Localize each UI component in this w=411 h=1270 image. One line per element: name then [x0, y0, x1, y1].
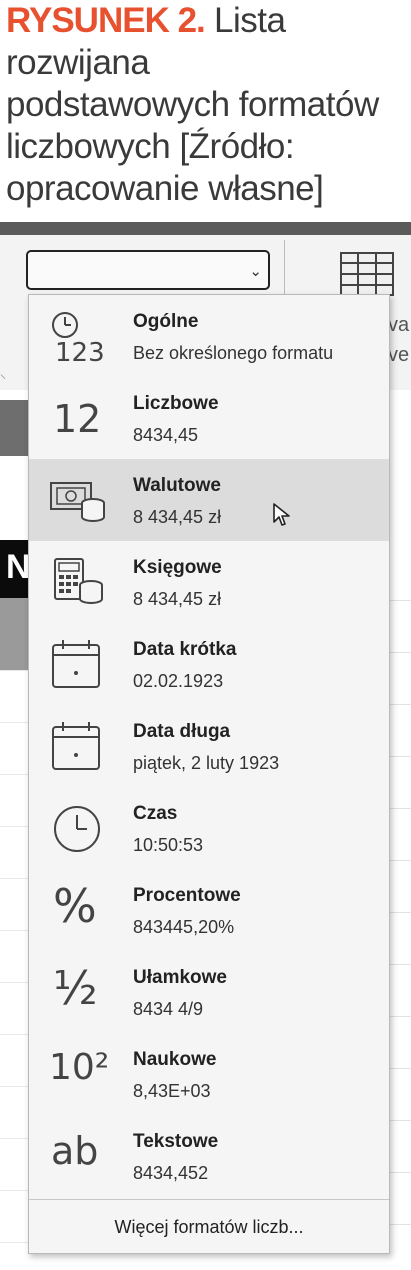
number-format-combobox[interactable]: ⌄: [26, 250, 270, 290]
format-item-fraction[interactable]: ½ Ułamkowe 8434 4/9: [29, 951, 389, 1033]
format-sample: 8 434,45 zł: [133, 589, 222, 609]
format-sample: 8,43E+03: [133, 1081, 211, 1101]
format-label: Liczbowe: [133, 393, 219, 414]
format-label: Data długa: [133, 721, 231, 742]
format-item-scientific[interactable]: 10² Naukowe 8,43E+03: [29, 1033, 389, 1115]
format-item-accounting[interactable]: Księgowe 8 434,45 zł: [29, 541, 389, 623]
clock-icon: [54, 806, 100, 852]
format-item-long-date[interactable]: Data długa piątek, 2 luty 1923: [29, 705, 389, 787]
more-number-formats-link[interactable]: Więcej formatów liczb...: [29, 1205, 389, 1249]
percent-icon: %: [53, 879, 97, 933]
figure-caption: RYSUNEK 2. Lista rozwijana podstawowych …: [6, 0, 406, 210]
text-format-icon: ab: [51, 1129, 99, 1173]
calendar-long-icon: [52, 722, 100, 770]
caption-line-2: podstawowych formatów: [6, 85, 379, 124]
format-label: Księgowe: [133, 557, 222, 578]
format-item-percent[interactable]: % Procentowe 843445,20%: [29, 869, 389, 951]
format-item-short-date[interactable]: Data krótka 02.02.1923: [29, 623, 389, 705]
number-icon: 12: [53, 397, 102, 441]
format-item-currency[interactable]: Walutowe 8 434,45 zł: [29, 459, 389, 541]
scientific-icon: 10²: [49, 1047, 110, 1088]
currency-icon: [50, 482, 105, 522]
format-sample: 843445,20%: [133, 917, 235, 937]
caption-line-1: RYSUNEK 2. Lista rozwijana: [6, 0, 406, 84]
menu-divider: [29, 1199, 389, 1200]
format-label: Ogólne: [133, 311, 199, 332]
format-sample: 02.02.1923: [133, 671, 224, 691]
format-sample: 8 434,45 zł: [133, 507, 222, 527]
general-number-icon: 123: [52, 312, 105, 365]
caption-line-4: opracowanie własne]: [6, 169, 324, 208]
worksheet-left-cells: [0, 670, 30, 1270]
format-item-text[interactable]: ab Tekstowe 8434,452: [29, 1115, 389, 1197]
format-label: Naukowe: [133, 1049, 217, 1070]
format-sample: piątek, 2 luty 1923: [133, 753, 280, 773]
format-sample: 8434 4/9: [133, 999, 204, 1019]
ribbon-side-text-2: ve: [388, 344, 410, 366]
svg-text:123: 123: [55, 338, 105, 365]
format-label: Czas: [133, 803, 178, 824]
format-sample: 8434,45: [133, 425, 199, 445]
format-label: Data krótka: [133, 639, 237, 660]
accounting-icon: [54, 558, 103, 604]
caption-line-3: liczbowych [Źródło:: [6, 127, 295, 166]
format-label: Procentowe: [133, 885, 241, 906]
format-item-number[interactable]: 12 Liczbowe 8434,45: [29, 377, 389, 459]
worksheet-header-band: [0, 400, 30, 456]
number-format-dropdown: 123 Ogólne Bez określonego formatu 12 Li…: [28, 294, 390, 1254]
ribbon-separator: [284, 240, 285, 300]
format-item-time[interactable]: Czas 10:50:53: [29, 787, 389, 869]
caption-label: RYSUNEK 2.: [6, 1, 206, 40]
calendar-short-icon: [52, 640, 100, 688]
format-sample: 8434,452: [133, 1163, 209, 1183]
format-label: Tekstowe: [133, 1131, 219, 1152]
format-item-general[interactable]: 123 Ogólne Bez określonego formatu: [29, 295, 389, 377]
worksheet-gray-band: [0, 598, 30, 670]
chevron-down-icon[interactable]: ⌄: [249, 262, 262, 280]
worksheet-right-cells: [390, 600, 411, 1240]
worksheet-letter: N: [6, 548, 31, 586]
format-sample: 10:50:53: [133, 835, 204, 855]
fraction-icon: ½: [53, 961, 98, 1015]
conditional-format-grid-icon[interactable]: [340, 252, 394, 296]
mouse-pointer-icon: [273, 503, 290, 526]
format-sample: Bez określonego formatu: [133, 343, 334, 363]
ribbon-side-text-1: va: [388, 314, 410, 336]
ribbon-group-launcher[interactable]: ⸌: [0, 370, 6, 387]
worksheet-title-band: N: [0, 540, 31, 598]
format-label: Ułamkowe: [133, 967, 227, 988]
format-label: Walutowe: [133, 475, 221, 496]
